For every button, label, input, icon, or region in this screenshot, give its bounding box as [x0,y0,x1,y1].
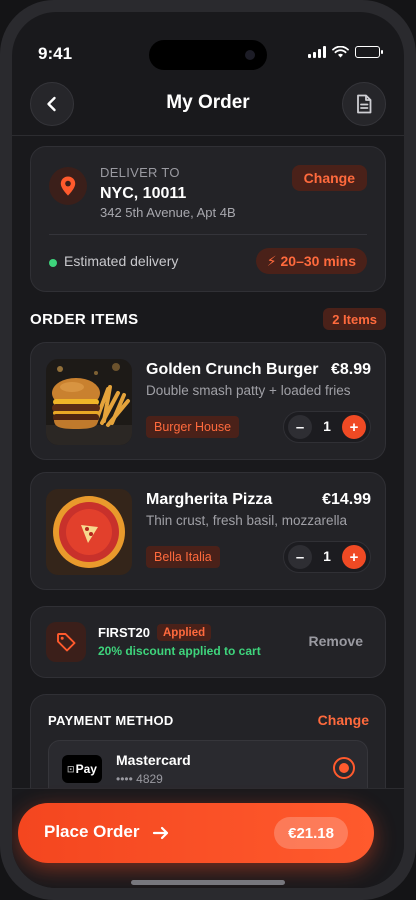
payment-method-title: PAYMENT METHOD [48,713,174,728]
change-payment-button[interactable]: Change [318,712,369,728]
estimated-delivery-label: Estimated delivery [64,253,179,269]
arrow-right-icon [152,826,169,840]
pay-logo-text: Pay [75,762,97,776]
items-count-badge: 2 Items [323,308,386,330]
card-number: •••• 4829 [116,772,163,786]
status-dot-icon [49,259,57,267]
quantity-stepper: – 1 + [283,411,371,443]
location-pin-icon [49,167,87,205]
applied-badge: Applied [157,624,212,641]
item-name: Margherita Pizza [146,491,273,508]
home-indicator [131,880,285,885]
eta-badge: ⚡ 20–30 mins [255,248,367,274]
dynamic-island [149,40,267,70]
promo-message: 20% discount applied to cart [98,644,261,658]
pizza-image [46,489,132,575]
battery-icon [355,46,383,58]
place-order-button[interactable]: Place Order €21.18 [18,803,374,863]
delivery-card: DELIVER TO NYC, 10011 342 5th Avenue, Ap… [30,146,386,292]
promo-card: FIRST20 Applied 20% discount applied to … [30,606,386,678]
delivery-address: 342 5th Avenue, Apt 4B [100,205,236,220]
wifi-icon [332,46,349,58]
place-order-label: Place Order [44,822,140,841]
change-address-button[interactable]: Change [291,165,367,191]
cellular-signal-icon [308,46,326,58]
restaurant-tag: Bella Italia [146,546,220,568]
deliver-to-label: DELIVER TO [100,165,180,180]
header: My Order [12,82,404,136]
order-total: €21.18 [274,817,348,849]
order-item-pizza: Margherita Pizza €14.99 Thin crust, fres… [30,472,386,590]
remove-promo-button[interactable]: Remove [309,633,363,649]
status-time: 9:41 [38,44,73,63]
delivery-city: NYC, 10011 [100,185,187,202]
status-bar: 9:41 [12,12,404,70]
bottom-bar: Place Order €21.18 [12,788,404,888]
item-price: €8.99 [330,361,371,378]
tag-icon [46,622,86,662]
document-icon [357,94,372,114]
promo-code: FIRST20 [98,625,151,640]
restaurant-tag: Burger House [146,416,240,438]
burger-image [46,359,132,445]
screen: 9:41 My Order DELIVER TO NYC, 10011 342 … [12,12,404,888]
item-name: Golden Crunch Burger [146,361,319,378]
radio-selected-icon[interactable] [333,757,355,779]
divider [49,234,367,235]
quantity-stepper: – 1 + [283,541,371,573]
order-items-title: ORDER ITEMS [30,311,139,328]
item-description: Thin crust, fresh basil, mozzarella [146,513,348,528]
payment-method-name: Mastercard [116,752,191,768]
order-item-burger: Golden Crunch Burger €8.99 Double smash … [30,342,386,460]
increase-quantity-button[interactable]: + [342,415,366,439]
pay-logo: ⊡ Pay [62,755,102,783]
increase-quantity-button[interactable]: + [342,545,366,569]
status-icons [308,46,383,58]
item-description: Double smash patty + loaded fries [146,383,351,398]
item-price: €14.99 [322,491,371,508]
phone-frame: 9:41 My Order DELIVER TO NYC, 10011 342 … [0,0,416,900]
receipt-button[interactable] [342,82,386,126]
